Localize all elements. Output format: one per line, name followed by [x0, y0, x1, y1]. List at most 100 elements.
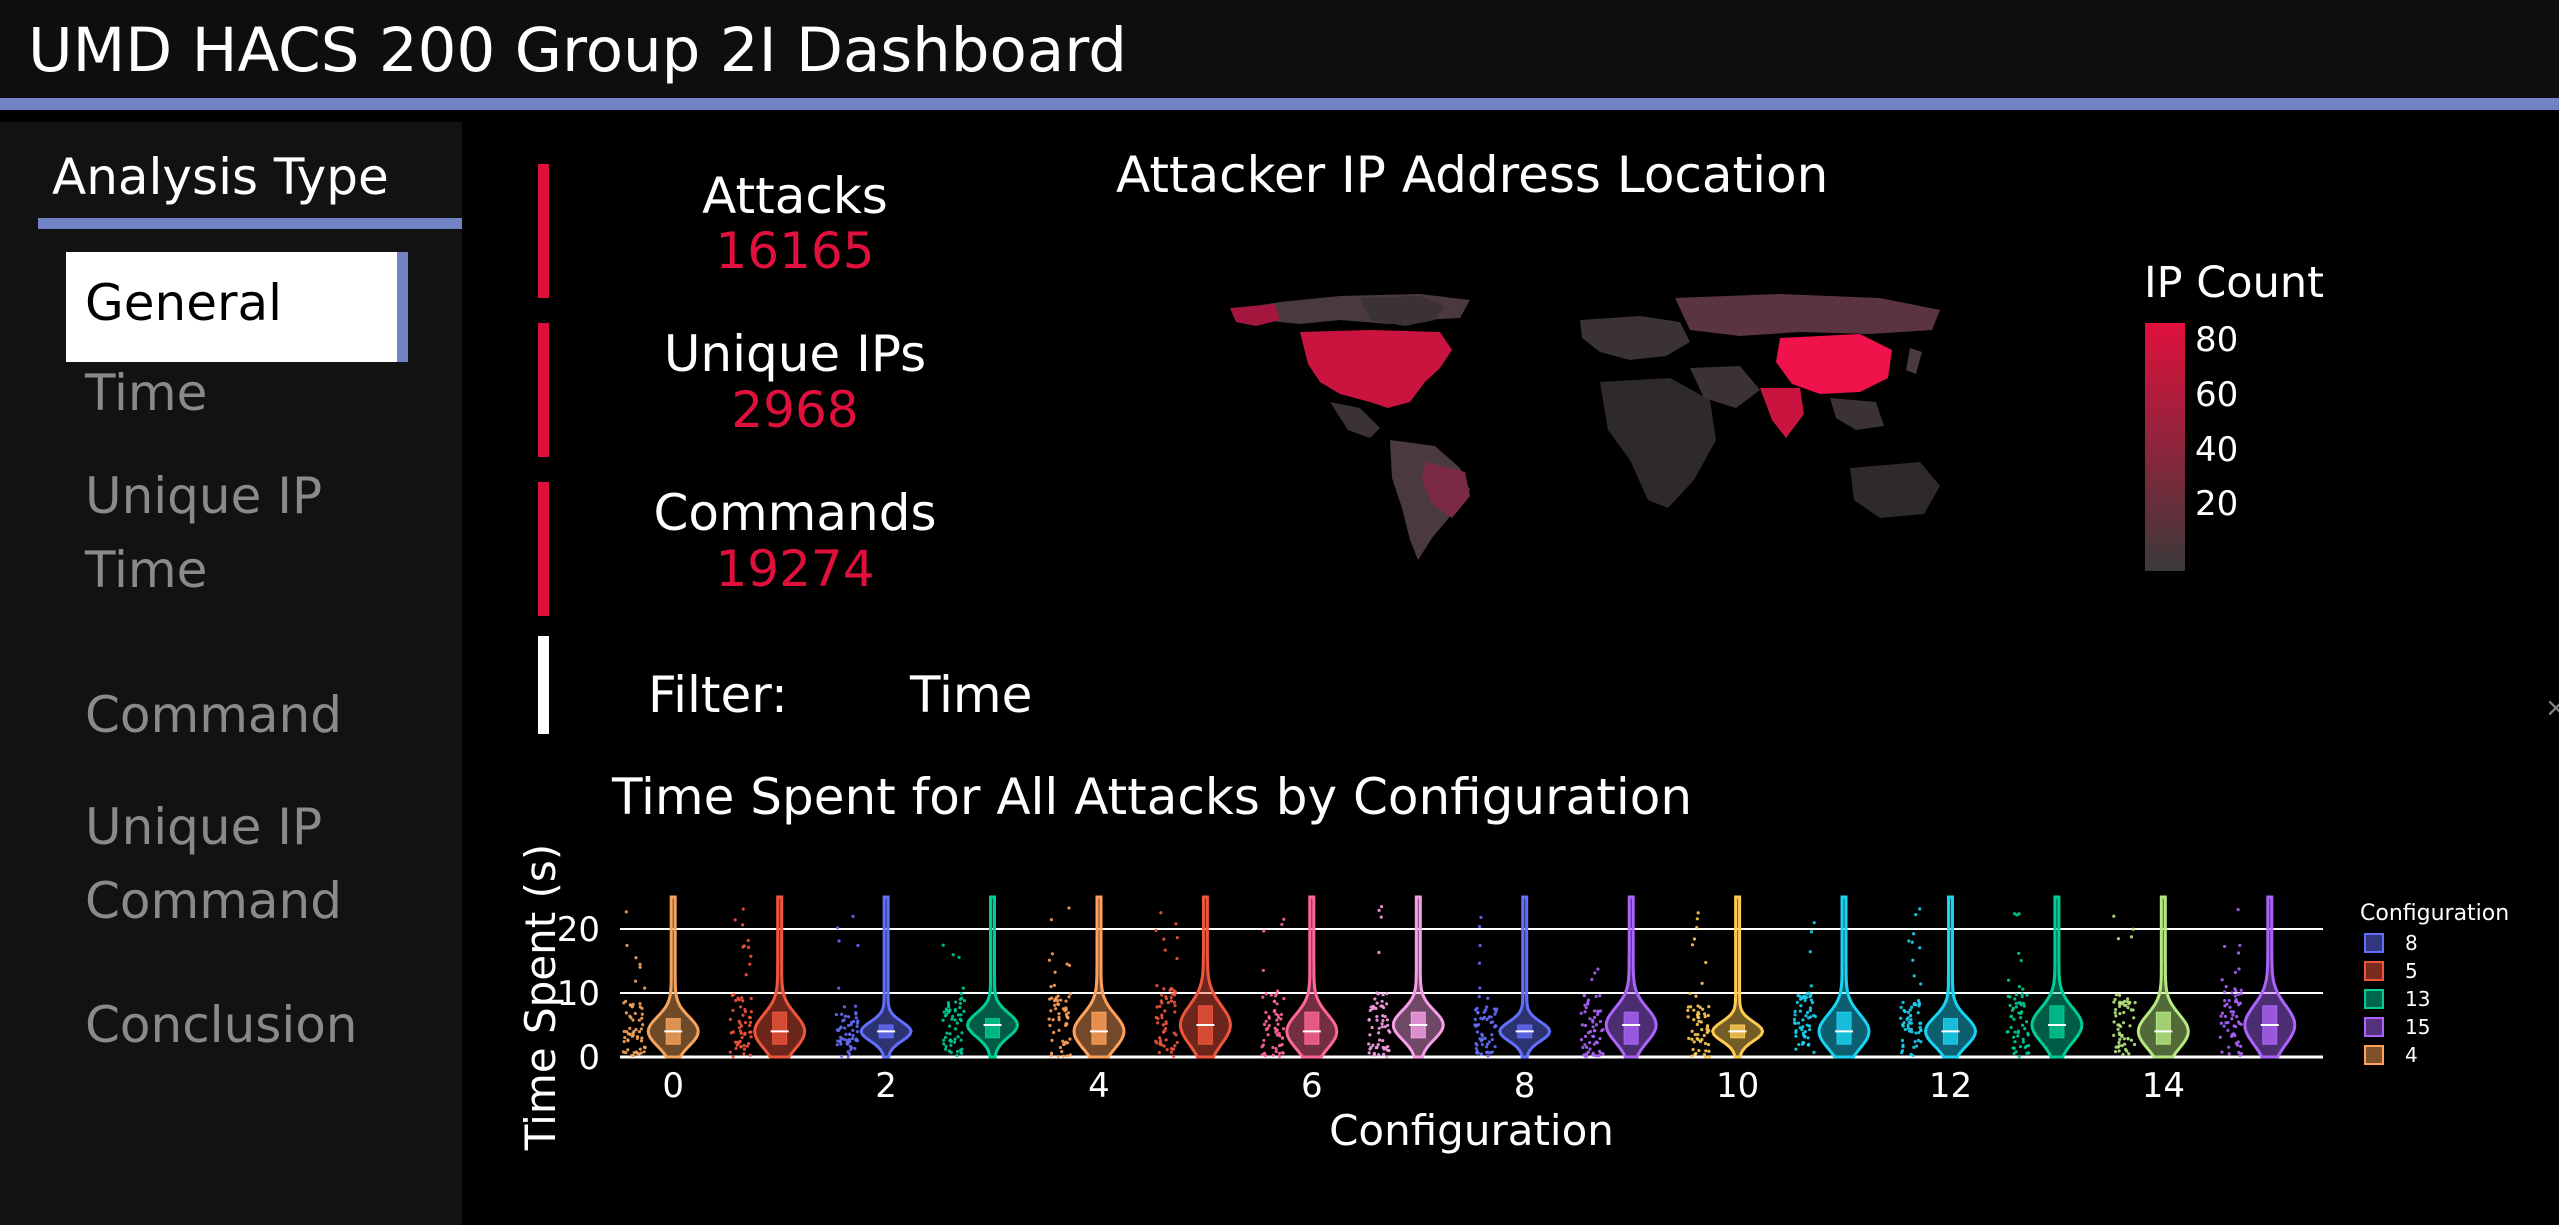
data-point — [2218, 1035, 2222, 1039]
data-point — [1174, 1033, 1178, 1037]
data-point — [1261, 968, 1265, 973]
data-point — [1161, 1023, 1165, 1027]
data-point — [2220, 978, 2224, 982]
data-point — [741, 999, 745, 1003]
data-point — [962, 1009, 966, 1014]
data-point — [2113, 1011, 2117, 1015]
data-point — [1047, 1017, 1051, 1021]
data-point — [1275, 1002, 1279, 1006]
data-point — [1381, 1038, 1385, 1043]
data-point — [1809, 1015, 1813, 1019]
data-point — [851, 1033, 855, 1038]
data-point — [1049, 985, 1053, 989]
data-point — [749, 1035, 753, 1039]
data-point — [1377, 1026, 1381, 1030]
data-point — [639, 1039, 644, 1043]
data-point — [1479, 1052, 1484, 1056]
world-map[interactable] — [1220, 290, 1950, 570]
data-point — [1064, 1012, 1068, 1016]
nav-item-general[interactable]: General — [66, 252, 408, 362]
data-point — [1692, 937, 1697, 941]
data-point — [944, 1007, 948, 1011]
y-tick-label: 0 — [578, 1038, 600, 1078]
data-point — [1274, 1012, 1278, 1016]
data-point — [2112, 914, 2116, 918]
kpi-accent-bar — [538, 164, 549, 298]
data-point — [1175, 956, 1179, 961]
data-point — [1902, 1008, 1906, 1012]
data-point — [2008, 1003, 2012, 1008]
data-point — [1490, 1037, 1494, 1042]
kpi-unique-ips-label: Unique IPs — [663, 325, 927, 383]
data-point — [848, 1044, 853, 1048]
data-point — [1707, 1055, 1711, 1059]
nav-item-command[interactable]: Command — [85, 678, 342, 752]
data-point — [2014, 1005, 2019, 1009]
data-point — [1371, 1043, 1375, 1047]
data-point — [2132, 1042, 2137, 1047]
nav-item-conclusion[interactable]: Conclusion — [85, 988, 358, 1062]
data-point — [1484, 1045, 1489, 1049]
data-point — [2017, 951, 2021, 955]
data-point — [1367, 1018, 1371, 1022]
data-point — [1156, 1021, 1160, 1025]
data-point — [2112, 1033, 2116, 1038]
data-point — [1159, 911, 1163, 915]
data-point — [748, 1023, 752, 1028]
data-point — [1168, 988, 1172, 992]
data-point — [631, 1018, 635, 1022]
data-point — [1694, 994, 1698, 998]
data-point — [1474, 1047, 1478, 1051]
data-point — [1901, 1000, 1905, 1004]
nav-item-unique-ip-command[interactable]: Unique IP Command — [85, 790, 385, 938]
data-point — [835, 1043, 839, 1047]
data-point — [638, 1047, 642, 1051]
data-point — [1914, 1031, 1918, 1035]
app-title: UMD HACS 200 Group 2I Dashboard — [28, 15, 1127, 86]
data-point — [634, 1027, 638, 1032]
data-point — [1483, 1036, 1487, 1040]
legend-label: 5 — [2405, 959, 2418, 983]
data-point — [955, 1049, 960, 1054]
data-point — [2231, 1010, 2236, 1014]
nav-item-unique-ip-time[interactable]: Unique IP Time — [85, 459, 385, 607]
close-icon[interactable]: × — [2545, 693, 2559, 723]
kpi-attacks-value: 16165 — [715, 222, 875, 280]
violin-config-13 — [2005, 895, 2084, 1059]
data-point — [1271, 1045, 1275, 1050]
violin-chart-title: Time Spent for All Attacks by Configurat… — [612, 768, 1693, 826]
data-point — [1275, 1018, 1279, 1022]
data-point — [626, 1038, 630, 1042]
data-point — [2012, 1035, 2016, 1039]
data-point — [1056, 994, 1060, 998]
data-point — [1700, 1028, 1704, 1032]
nav-item-time[interactable]: Time — [85, 356, 207, 430]
data-point — [1686, 1015, 1690, 1019]
data-point — [1485, 1017, 1489, 1022]
data-point — [856, 943, 860, 948]
data-point — [1276, 1015, 1281, 1020]
data-point — [1909, 1027, 1913, 1031]
data-point — [2129, 1038, 2134, 1042]
filter-dropdown[interactable]: Time — [910, 670, 1032, 720]
data-point — [1272, 1000, 1276, 1004]
data-point — [2232, 1024, 2236, 1028]
data-point — [1493, 1025, 1497, 1029]
data-point — [1383, 1025, 1387, 1029]
data-point — [731, 1055, 735, 1059]
data-point — [1156, 1016, 1160, 1021]
map-region-southeast-asia — [1830, 398, 1884, 430]
data-point — [2236, 908, 2240, 912]
data-point — [737, 1041, 741, 1045]
data-point — [1600, 1029, 1604, 1033]
data-point — [855, 1024, 859, 1029]
data-point — [1692, 1008, 1696, 1012]
data-point — [2017, 1054, 2021, 1059]
data-point — [1704, 960, 1708, 965]
data-point — [1159, 999, 1163, 1003]
data-point — [1476, 1011, 1480, 1015]
violin-chart[interactable]: 010200 2 4 6 8 10 12 14ConfigurationTime Spent … — [500, 840, 2550, 1160]
data-point — [642, 1050, 646, 1054]
data-point — [1165, 1048, 1169, 1052]
data-point — [2231, 1013, 2235, 1017]
